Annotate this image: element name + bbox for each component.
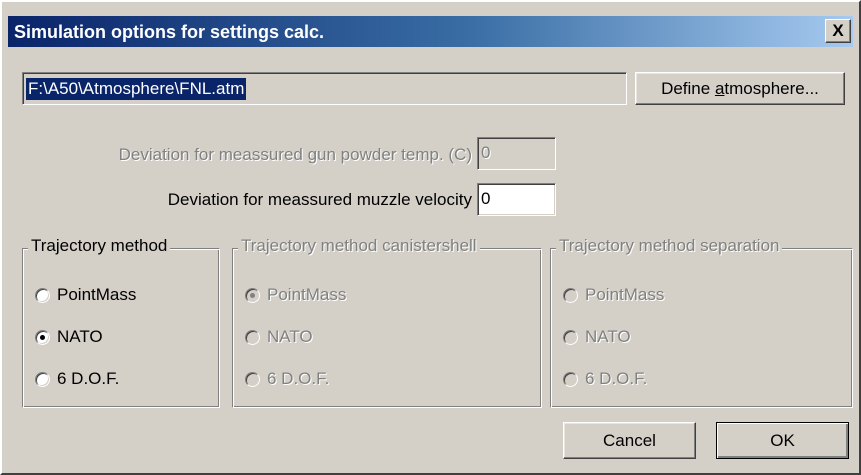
title-bar[interactable]: Simulation options for settings calc. X [8,16,853,47]
radio-label: 6 D.O.F. [585,369,648,388]
radio-button-icon [563,329,578,345]
dialog-window: Simulation options for settings calc. X … [0,0,861,475]
radio-button-icon [245,371,260,387]
define-atmosphere-label-prefix: Define [661,79,715,98]
radio-button-icon[interactable] [35,329,50,345]
radio-button-icon[interactable] [35,287,50,303]
define-atmosphere-button[interactable]: Define atmosphere... [635,72,845,105]
canistershell-method-option-6dof: 6 D.O.F. [245,369,329,389]
separation-method-option-nato: NATO [563,327,631,347]
separation-method-title: Trajectory method separation [556,236,783,256]
radio-label: NATO [585,327,631,346]
define-atmosphere-label-suffix: tmosphere... [724,79,819,98]
muzzle-velocity-label: Deviation for meassured muzzle velocity [167,190,472,209]
powder-temp-value: 0 [481,143,491,162]
trajectory-method-title: Trajectory method [28,236,171,256]
radio-button-icon [563,287,578,303]
separation-method-option-6dof: 6 D.O.F. [563,369,647,389]
trajectory-method-option-pointmass[interactable]: PointMass [35,285,136,305]
radio-label: 6 D.O.F. [57,369,120,388]
radio-label: PointMass [267,285,347,304]
ok-label: OK [770,431,795,450]
canistershell-method-option-pointmass: PointMass [245,285,346,305]
cancel-button[interactable]: Cancel [563,422,696,459]
trajectory-method-group: Trajectory method PointMass NATO 6 D.O.F. [22,236,220,408]
radio-button-icon[interactable] [35,371,50,387]
muzzle-velocity-field[interactable]: 0 [477,183,556,216]
define-atmosphere-mnemonic: a [714,79,725,98]
radio-label: NATO [267,327,313,346]
ok-button[interactable]: OK [716,422,849,459]
muzzle-velocity-value: 0 [481,189,491,208]
radio-label: PointMass [57,285,137,304]
close-button[interactable]: X [825,19,851,43]
powder-temp-label: Deviation for meassured gun powder temp.… [118,145,472,164]
separation-method-group: Trajectory method separation PointMass NAT… [550,236,853,408]
radio-label: PointMass [585,285,665,304]
atmosphere-path-text: F:\A50\Atmosphere\FNL.atm [26,78,247,100]
radio-label: NATO [57,327,103,346]
radio-button-icon [563,371,578,387]
powder-temp-field: 0 [477,137,556,170]
trajectory-method-option-6dof[interactable]: 6 D.O.F. [35,369,119,389]
radio-label: 6 D.O.F. [267,369,330,388]
radio-selected-dot-icon [250,292,255,298]
separation-method-option-pointmass: PointMass [563,285,664,305]
trajectory-method-option-nato[interactable]: NATO [35,327,103,347]
canistershell-method-option-nato: NATO [245,327,313,347]
radio-button-icon [245,329,260,345]
canistershell-method-title: Trajectory method canistershell [238,236,480,256]
radio-selected-dot-icon [40,334,45,340]
window-title: Simulation options for settings calc. [14,22,325,42]
radio-button-icon [245,287,260,303]
atmosphere-path-field[interactable]: F:\A50\Atmosphere\FNL.atm [22,72,627,105]
canistershell-method-group: Trajectory method canistershell PointMass… [232,236,542,408]
cancel-label: Cancel [603,431,656,450]
